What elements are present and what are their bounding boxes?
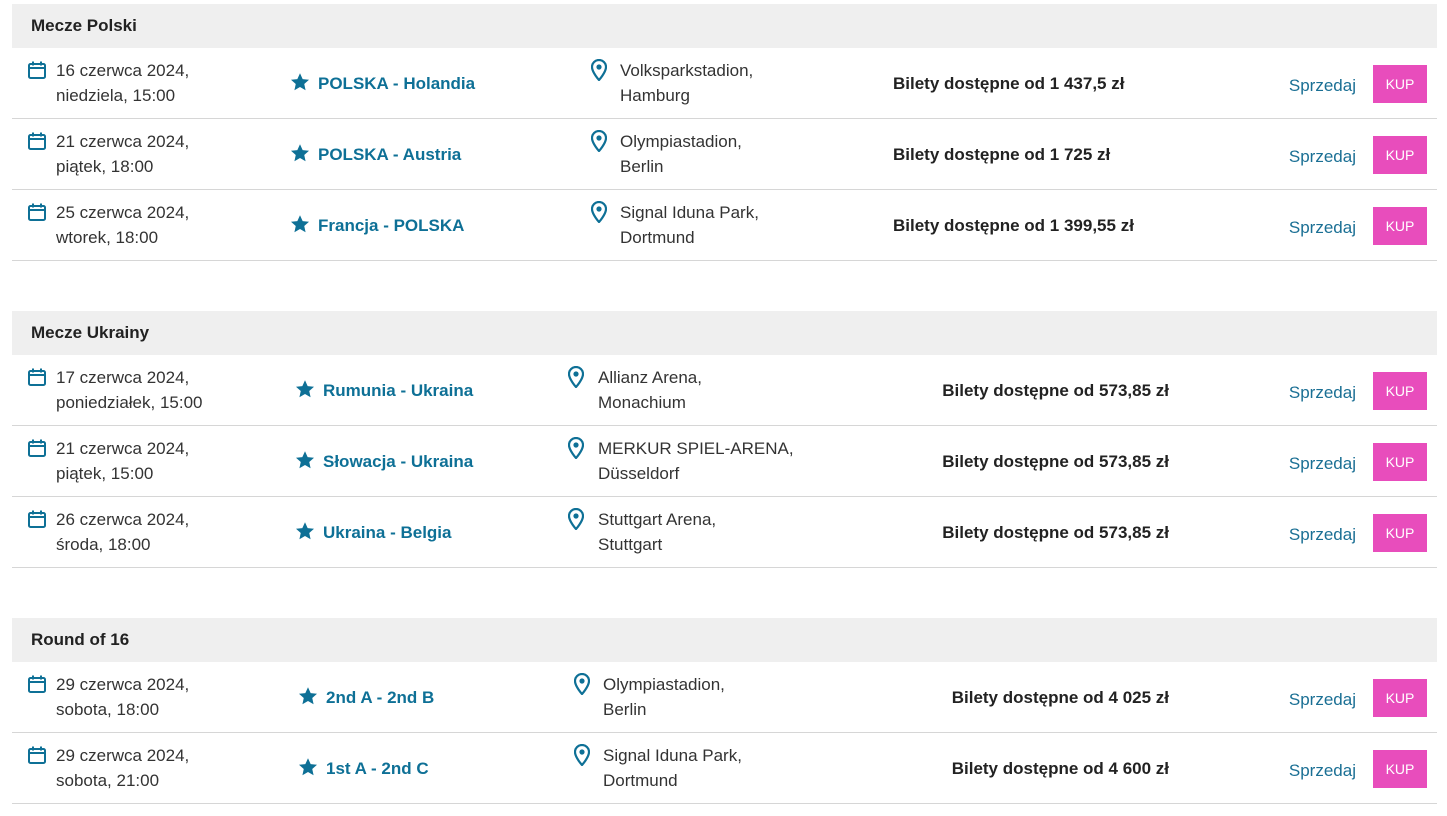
match-link[interactable]: 1st A - 2nd C bbox=[298, 756, 429, 781]
event-row: 29 czerwca 2024, sobota, 18:00 2nd A - 2n… bbox=[12, 662, 1437, 733]
match-name: 1st A - 2nd C bbox=[326, 759, 429, 778]
ticket-price: Bilety dostępne od 4 600 zł bbox=[951, 759, 1169, 778]
section-round-of-16: Round of 16 29 czerwca 2024, sobota, 18:0… bbox=[12, 618, 1437, 804]
match-name: POLSKA - Austria bbox=[318, 145, 462, 164]
section-title: Mecze Ukrainy bbox=[12, 311, 1437, 355]
event-venue: Olympiastadion, Berlin bbox=[620, 132, 742, 176]
calendar-icon bbox=[28, 203, 46, 221]
sell-link[interactable]: Sprzedaj bbox=[1289, 73, 1356, 98]
event-venue: Stuttgart Arena, Stuttgart bbox=[598, 510, 717, 554]
star-icon bbox=[299, 758, 317, 776]
sell-link[interactable]: Sprzedaj bbox=[1289, 687, 1356, 712]
calendar-icon bbox=[28, 675, 46, 693]
match-link[interactable]: 2nd A - 2nd B bbox=[298, 685, 434, 710]
star-icon bbox=[291, 215, 309, 233]
event-venue: Volksparkstadion, Hamburg bbox=[620, 61, 754, 105]
event-row: 25 czerwca 2024, wtorek, 18:00 Francja - … bbox=[12, 190, 1437, 261]
event-date: 26 czerwca 2024, środa, 18:00 bbox=[56, 510, 190, 554]
star-icon bbox=[299, 687, 317, 705]
event-venue: Signal Iduna Park, Dortmund bbox=[620, 203, 759, 247]
map-pin-icon bbox=[574, 744, 590, 766]
ticket-price: Bilety dostępne od 1 437,5 zł bbox=[893, 74, 1125, 93]
map-pin-icon bbox=[568, 437, 584, 459]
calendar-icon bbox=[28, 368, 46, 386]
buy-button[interactable]: KUP bbox=[1373, 136, 1427, 174]
buy-button[interactable]: KUP bbox=[1373, 65, 1427, 103]
event-date: 29 czerwca 2024, sobota, 21:00 bbox=[56, 746, 190, 790]
sell-link[interactable]: Sprzedaj bbox=[1289, 215, 1356, 240]
match-link[interactable]: Słowacja - Ukraina bbox=[295, 449, 473, 474]
match-name: Ukraina - Belgia bbox=[323, 523, 452, 542]
match-name: Francja - POLSKA bbox=[318, 216, 465, 235]
star-icon bbox=[291, 73, 309, 91]
star-icon bbox=[296, 522, 314, 540]
sell-link[interactable]: Sprzedaj bbox=[1289, 380, 1356, 405]
star-icon bbox=[291, 144, 309, 162]
match-link[interactable]: Ukraina - Belgia bbox=[295, 520, 452, 545]
star-icon bbox=[296, 451, 314, 469]
event-row: 26 czerwca 2024, środa, 18:00 Ukraina - B… bbox=[12, 497, 1437, 568]
section-ukraine-matches: Mecze Ukrainy 17 czerwca 2024, poniedział… bbox=[12, 311, 1437, 568]
event-row: 21 czerwca 2024, piątek, 15:00 Słowacja -… bbox=[12, 426, 1437, 497]
buy-button[interactable]: KUP bbox=[1373, 207, 1427, 245]
ticket-price: Bilety dostępne od 573,85 zł bbox=[942, 381, 1169, 400]
ticket-price: Bilety dostępne od 573,85 zł bbox=[942, 452, 1169, 471]
calendar-icon bbox=[28, 132, 46, 150]
sell-link[interactable]: Sprzedaj bbox=[1289, 144, 1356, 169]
match-link[interactable]: Rumunia - Ukraina bbox=[295, 378, 473, 403]
match-name: Słowacja - Ukraina bbox=[323, 452, 474, 471]
star-icon bbox=[296, 380, 314, 398]
buy-button[interactable]: KUP bbox=[1373, 750, 1427, 788]
event-date: 16 czerwca 2024, niedziela, 15:00 bbox=[56, 61, 190, 105]
event-row: 16 czerwca 2024, niedziela, 15:00 POLSKA … bbox=[12, 48, 1437, 119]
event-venue: Olympiastadion, Berlin bbox=[603, 675, 725, 719]
buy-button[interactable]: KUP bbox=[1373, 443, 1427, 481]
event-date: 21 czerwca 2024, piątek, 18:00 bbox=[56, 132, 190, 176]
event-date: 29 czerwca 2024, sobota, 18:00 bbox=[56, 675, 190, 719]
section-title: Round of 16 bbox=[12, 618, 1437, 662]
match-link[interactable]: POLSKA - Austria bbox=[290, 142, 461, 167]
event-venue: MERKUR SPIEL-ARENA, Düsseldorf bbox=[598, 439, 794, 483]
section-title: Mecze Polski bbox=[12, 4, 1437, 48]
sell-link[interactable]: Sprzedaj bbox=[1289, 451, 1356, 476]
event-row: 17 czerwca 2024, poniedziałek, 15:00 Rumu… bbox=[12, 355, 1437, 426]
event-date: 17 czerwca 2024, poniedziałek, 15:00 bbox=[56, 368, 203, 412]
match-link[interactable]: Francja - POLSKA bbox=[290, 213, 464, 238]
match-name: POLSKA - Holandia bbox=[318, 74, 476, 93]
match-name: Rumunia - Ukraina bbox=[323, 381, 474, 400]
ticket-price: Bilety dostępne od 4 025 zł bbox=[951, 688, 1169, 707]
event-venue: Allianz Arena, Monachium bbox=[598, 368, 702, 412]
match-link[interactable]: POLSKA - Holandia bbox=[290, 71, 475, 96]
sell-link[interactable]: Sprzedaj bbox=[1289, 522, 1356, 547]
event-row: 29 czerwca 2024, sobota, 21:00 1st A - 2n… bbox=[12, 733, 1437, 804]
map-pin-icon bbox=[591, 59, 607, 81]
calendar-icon bbox=[28, 439, 46, 457]
calendar-icon bbox=[28, 510, 46, 528]
event-date: 25 czerwca 2024, wtorek, 18:00 bbox=[56, 203, 190, 247]
buy-button[interactable]: KUP bbox=[1373, 372, 1427, 410]
sell-link[interactable]: Sprzedaj bbox=[1289, 758, 1356, 783]
event-venue: Signal Iduna Park, Dortmund bbox=[603, 746, 742, 790]
map-pin-icon bbox=[568, 366, 584, 388]
ticket-price: Bilety dostępne od 1 399,55 zł bbox=[893, 216, 1134, 235]
events-page: Mecze Polski 16 czerwca 2024, niedziela, … bbox=[0, 0, 1447, 816]
map-pin-icon bbox=[591, 201, 607, 223]
map-pin-icon bbox=[591, 130, 607, 152]
ticket-price: Bilety dostępne od 573,85 zł bbox=[942, 523, 1169, 542]
event-date: 21 czerwca 2024, piątek, 15:00 bbox=[56, 439, 190, 483]
section-poland-matches: Mecze Polski 16 czerwca 2024, niedziela, … bbox=[12, 4, 1437, 261]
map-pin-icon bbox=[574, 673, 590, 695]
buy-button[interactable]: KUP bbox=[1373, 679, 1427, 717]
map-pin-icon bbox=[568, 508, 584, 530]
event-row: 21 czerwca 2024, piątek, 18:00 POLSKA - A… bbox=[12, 119, 1437, 190]
calendar-icon bbox=[28, 746, 46, 764]
calendar-icon bbox=[28, 61, 46, 79]
buy-button[interactable]: KUP bbox=[1373, 514, 1427, 552]
ticket-price: Bilety dostępne od 1 725 zł bbox=[893, 145, 1111, 164]
match-name: 2nd A - 2nd B bbox=[326, 688, 435, 707]
